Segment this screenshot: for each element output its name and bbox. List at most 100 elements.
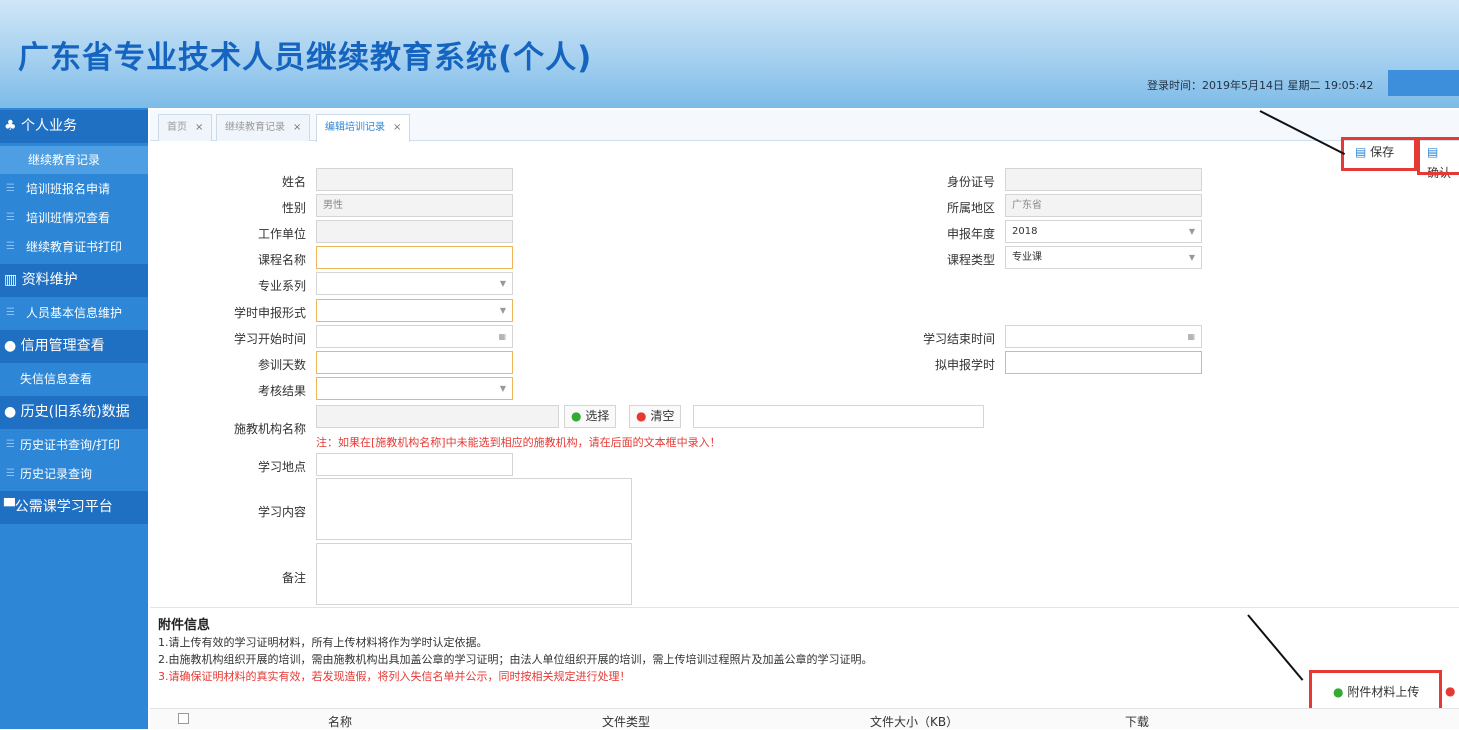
gender-field[interactable]: 男性 xyxy=(316,194,513,217)
label-employer: 工作单位 xyxy=(257,227,306,241)
planned-hours-input[interactable] xyxy=(1005,351,1202,374)
divider xyxy=(150,607,1459,608)
chevron-down-icon: ▼ xyxy=(1188,253,1195,262)
header: 广东省专业技术人员继续教育系统(个人) 登录时间：2019年5月14日 星期二 … xyxy=(0,0,1459,108)
list-icon: ☰ xyxy=(6,307,15,318)
label-hour-form: 学时申报形式 xyxy=(233,306,306,320)
pin-icon: ● xyxy=(4,338,21,354)
pin-icon: ● xyxy=(4,404,21,420)
institution-note: 注：如果在[施教机构名称]中未能选到相应的施教机构，请在后面的文本框中录入！ xyxy=(316,436,721,449)
sidebar-item-enroll[interactable]: ☰ 培训班报名申请 xyxy=(0,175,148,203)
label-institution: 施教机构名称 xyxy=(233,422,306,436)
list-icon: ☰ xyxy=(6,241,15,252)
region-field[interactable]: 广东省 xyxy=(1005,194,1202,217)
column-header: 文件大小（KB） xyxy=(870,715,959,729)
sidebar: ♣ 个人业务 继续教育记录 ☰ 培训班报名申请 ☰ 培训班情况查看 ☰ 继续教育证书打… xyxy=(0,108,148,729)
sidebar-section-public-course[interactable]: ▀公需课学习平台 xyxy=(0,491,148,524)
label-gender: 性别 xyxy=(281,201,306,215)
close-icon[interactable]: × xyxy=(195,122,203,133)
login-time: 登录时间：2019年5月14日 星期二 19:05:42 xyxy=(1147,79,1374,92)
attachment-warning: 3.请确保证明材料的真实有效，若发现造假，将列入失信名单并公示，同时按相关规定进… xyxy=(158,670,631,683)
attachments-table-header: 名称 文件类型 文件大小（KB） 下载 xyxy=(150,708,1459,729)
sidebar-section-personal[interactable]: ♣ 个人业务 xyxy=(0,110,148,143)
clear-button[interactable]: ● 清空 xyxy=(629,405,682,428)
sidebar-item-class-status[interactable]: ☰ 培训班情况查看 xyxy=(0,204,148,232)
year-select[interactable]: 2018 ▼ xyxy=(1005,220,1202,243)
location-input[interactable] xyxy=(316,453,513,476)
sidebar-item-records[interactable]: 继续教育记录 xyxy=(0,146,148,174)
column-header: 名称 xyxy=(328,715,353,729)
attachment-note: 2.由施教机构组织开展的培训，需由施教机构出具加盖公章的学习证明；由法人单位组织… xyxy=(158,653,873,666)
label-content: 学习内容 xyxy=(257,505,306,519)
chevron-down-icon: ▼ xyxy=(1188,227,1195,236)
sidebar-item-dishonesty[interactable]: 失信信息查看 xyxy=(0,365,148,393)
calendar-icon: ▦ xyxy=(498,332,506,341)
remove-icon[interactable]: ● xyxy=(1445,684,1455,698)
label-course-type: 课程类型 xyxy=(946,253,995,267)
user-menu[interactable] xyxy=(1388,70,1459,96)
calendar-icon: ▦ xyxy=(1187,332,1195,341)
end-time-input[interactable]: ▦ xyxy=(1005,325,1202,348)
label-days: 参训天数 xyxy=(257,358,306,372)
tab-bar: 首页 × 继续教育记录 × 编辑培训记录 × xyxy=(150,110,1459,142)
person-icon: ♣ xyxy=(4,118,22,134)
label-id-no: 身份证号 xyxy=(946,175,995,189)
arrow-annotation xyxy=(1247,614,1304,681)
content-textarea[interactable] xyxy=(316,478,632,540)
attachments-title: 附件信息 xyxy=(158,618,211,633)
tab-records[interactable]: 继续教育记录 × xyxy=(216,114,311,141)
attachment-note: 1.请上传有效的学习证明材料，所有上传材料将作为学时认定依据。 xyxy=(158,636,488,649)
course-name-input[interactable] xyxy=(316,246,513,269)
label-remark: 备注 xyxy=(281,571,306,585)
start-time-input[interactable]: ▦ xyxy=(316,325,513,348)
list-icon: ☰ xyxy=(6,212,15,223)
list-icon: ☰ xyxy=(6,439,15,450)
close-icon[interactable]: × xyxy=(393,122,401,133)
close-icon[interactable]: × xyxy=(293,122,301,133)
label-year: 申报年度 xyxy=(946,227,995,241)
name-field[interactable] xyxy=(316,168,513,191)
major-series-select[interactable]: ▼ xyxy=(316,272,513,295)
app-title: 广东省专业技术人员继续教育系统(个人) xyxy=(18,40,593,76)
list-icon: ☰ xyxy=(6,183,15,194)
course-type-select[interactable]: 专业课 ▼ xyxy=(1005,246,1202,269)
label-planned-hours: 拟申报学时 xyxy=(934,358,995,372)
sidebar-item-basic-info[interactable]: ☰ 人员基本信息维护 xyxy=(0,299,148,327)
institution-text-input[interactable] xyxy=(693,405,984,428)
institution-field[interactable] xyxy=(316,405,559,428)
chevron-down-icon: ▼ xyxy=(499,306,506,315)
sidebar-item-history-cert[interactable]: ☰ 历史证书查询/打印 xyxy=(0,431,148,459)
chevron-down-icon: ▼ xyxy=(499,279,506,288)
employer-field[interactable] xyxy=(316,220,513,243)
column-header: 下载 xyxy=(1125,715,1150,729)
sidebar-item-cert-print[interactable]: ☰ 继续教育证书打印 xyxy=(0,233,148,261)
days-input[interactable] xyxy=(316,351,513,374)
tab-home[interactable]: 首页 × xyxy=(158,114,213,141)
remark-textarea[interactable] xyxy=(316,543,632,605)
label-name: 姓名 xyxy=(281,175,306,189)
chevron-down-icon: ▼ xyxy=(499,384,506,393)
highlight-box xyxy=(1309,670,1442,713)
minus-icon: ● xyxy=(636,409,647,423)
hour-form-select[interactable]: ▼ xyxy=(316,299,513,322)
sidebar-section-data[interactable]: ▥ 资料维护 xyxy=(0,264,148,297)
list-icon: ☰ xyxy=(6,468,15,479)
sidebar-section-history[interactable]: ● 历史(旧系统)数据 xyxy=(0,396,148,429)
highlight-box xyxy=(1341,137,1417,171)
tab-edit-record[interactable]: 编辑培训记录 × xyxy=(316,114,411,142)
select-all-checkbox[interactable] xyxy=(178,713,189,724)
highlight-box xyxy=(1417,137,1459,175)
label-location: 学习地点 xyxy=(257,460,306,474)
sidebar-section-credit[interactable]: ● 信用管理查看 xyxy=(0,330,148,363)
id-no-field[interactable] xyxy=(1005,168,1202,191)
plus-icon: ● xyxy=(571,409,582,423)
monitor-icon: ▀ xyxy=(4,499,15,515)
exam-result-select[interactable]: ▼ xyxy=(316,377,513,400)
label-end-time: 学习结束时间 xyxy=(922,332,995,346)
label-start-time: 学习开始时间 xyxy=(233,332,306,346)
label-exam-result: 考核结果 xyxy=(257,384,306,398)
label-major-series: 专业系列 xyxy=(257,279,306,293)
column-header: 文件类型 xyxy=(602,715,651,729)
sidebar-item-history-records[interactable]: ☰ 历史记录查询 xyxy=(0,460,148,488)
select-button[interactable]: ● 选择 xyxy=(564,405,617,428)
